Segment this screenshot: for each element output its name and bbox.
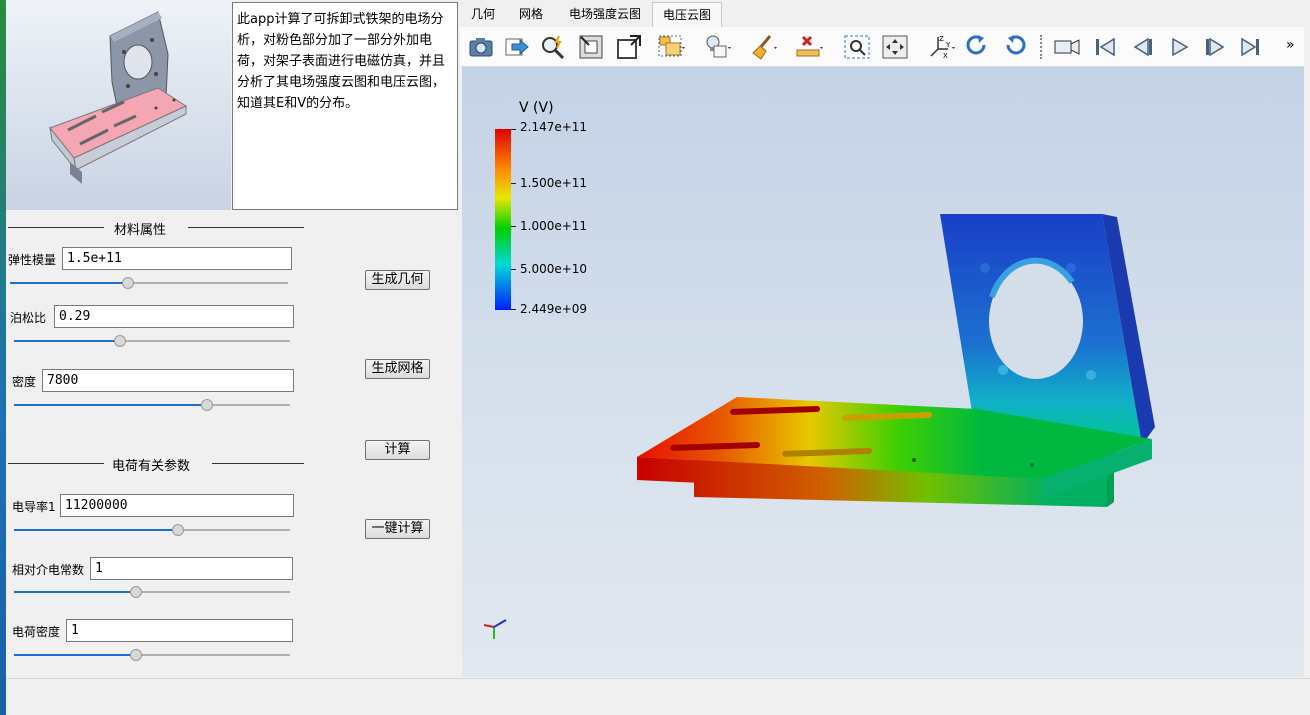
svg-text:Y: Y	[945, 41, 951, 49]
tab-mesh[interactable]: 网格	[510, 2, 552, 27]
charge-group-header: 电荷有关参数	[8, 455, 304, 474]
slider-empty-track	[178, 529, 290, 531]
elastic-modulus-slider[interactable]	[10, 277, 288, 289]
result-tab-bar: 几何 网格 电场强度云图 电压云图	[460, 1, 1310, 27]
toolbar-separator	[1040, 35, 1042, 59]
camera-icon[interactable]	[466, 33, 496, 61]
one-click-compute-button[interactable]: 一键计算	[365, 519, 430, 539]
slider-empty-track	[136, 654, 290, 656]
density-label: 密度	[12, 375, 37, 389]
tab-voltage[interactable]: 电压云图	[652, 2, 722, 27]
poisson-ratio-slider[interactable]	[14, 335, 290, 347]
slider-handle[interactable]	[122, 277, 134, 289]
axes-orientation-icon[interactable]: ZYX	[926, 33, 956, 61]
tab-electric-field[interactable]: 电场强度云图	[560, 2, 650, 27]
tab-geometry[interactable]: 几何	[462, 2, 504, 27]
group-divider-right	[212, 463, 304, 464]
rotate-cw-icon[interactable]	[962, 33, 992, 61]
step-back-icon[interactable]	[1128, 33, 1158, 61]
slider-handle[interactable]	[130, 586, 142, 598]
charge-density-input[interactable]	[66, 619, 293, 642]
slider-empty-track	[128, 282, 288, 284]
export-arrow-icon[interactable]	[502, 33, 532, 61]
group-divider-right	[188, 227, 304, 228]
play-icon[interactable]	[1164, 33, 1194, 61]
svg-text:Z: Z	[939, 35, 944, 43]
density-slider[interactable]	[14, 399, 290, 411]
density-input[interactable]	[42, 369, 294, 392]
pan-icon[interactable]	[880, 33, 910, 61]
slider-filled-track	[14, 591, 136, 593]
toolbar-overflow-chevron-icon[interactable]: »	[1286, 37, 1295, 53]
charge-group-title: 电荷有关参数	[112, 459, 191, 474]
light-bulb-icon[interactable]	[702, 33, 732, 61]
slider-empty-track	[136, 591, 290, 593]
generate-mesh-button[interactable]: 生成网格	[365, 359, 430, 379]
description-text-box: 此app计算了可拆卸式铁架的电场分析，对粉色部分加了一部分外加电荷，对架子表面进…	[232, 2, 458, 210]
conductivity-input[interactable]	[60, 494, 294, 517]
broom-clear-icon[interactable]	[748, 33, 778, 61]
slider-handle[interactable]	[130, 649, 142, 661]
elastic-modulus-input[interactable]	[62, 247, 292, 270]
skip-first-icon[interactable]	[1090, 33, 1120, 61]
axes-triad-icon	[483, 619, 507, 639]
group-divider-left	[8, 463, 104, 464]
slider-empty-track	[120, 340, 290, 342]
zoom-select-icon[interactable]	[538, 33, 568, 61]
poisson-ratio-label: 泊松比	[10, 311, 47, 325]
part-preview-image	[6, 2, 231, 210]
slider-handle[interactable]	[172, 524, 184, 536]
slider-handle[interactable]	[114, 335, 126, 347]
slider-handle[interactable]	[201, 399, 213, 411]
result-3d-viewport[interactable]: V (V) 2.147e+11 1.500e+11 1.000e+11 5.00…	[462, 67, 1304, 677]
description-text: 此app计算了可拆卸式铁架的电场分析，对粉色部分加了一部分外加电荷，对架子表面进…	[237, 12, 446, 111]
zoom-window-icon[interactable]	[842, 33, 872, 61]
slider-filled-track	[14, 404, 207, 406]
slider-filled-track	[14, 340, 120, 342]
compute-button[interactable]: 计算	[365, 440, 430, 460]
charge-density-label: 电荷密度	[12, 625, 61, 639]
material-group-title: 材料属性	[114, 223, 167, 238]
conductivity-label: 电导率1	[12, 500, 56, 514]
zoom-box-icon[interactable]	[614, 33, 644, 61]
conductivity-slider[interactable]	[14, 524, 290, 536]
relative-permittivity-label: 相对介电常数	[12, 563, 85, 577]
relative-permittivity-slider[interactable]	[14, 586, 290, 598]
slider-filled-track	[10, 282, 128, 284]
measure-delete-icon[interactable]	[794, 33, 824, 61]
skip-last-icon[interactable]	[1236, 33, 1266, 61]
elastic-modulus-label: 弹性模量	[8, 253, 57, 267]
voltage-contour-model	[483, 214, 1155, 639]
video-camera-icon[interactable]	[1052, 33, 1082, 61]
step-forward-icon[interactable]	[1200, 33, 1230, 61]
status-bar	[6, 678, 1310, 715]
material-group-header: 材料属性	[8, 219, 304, 238]
slider-filled-track	[14, 654, 136, 656]
selection-box-icon[interactable]	[656, 33, 686, 61]
poisson-ratio-input[interactable]	[54, 305, 294, 328]
relative-permittivity-input[interactable]	[90, 557, 293, 580]
generate-geometry-button[interactable]: 生成几何	[365, 270, 430, 290]
group-divider-left	[8, 227, 104, 228]
slider-filled-track	[14, 529, 178, 531]
svg-text:X: X	[943, 52, 948, 60]
zoom-extents-icon[interactable]	[576, 33, 606, 61]
charge-density-slider[interactable]	[14, 649, 290, 661]
viewer-toolbar: ZYX »	[460, 27, 1304, 67]
rotate-ccw-icon[interactable]	[1000, 33, 1030, 61]
slider-empty-track	[207, 404, 290, 406]
